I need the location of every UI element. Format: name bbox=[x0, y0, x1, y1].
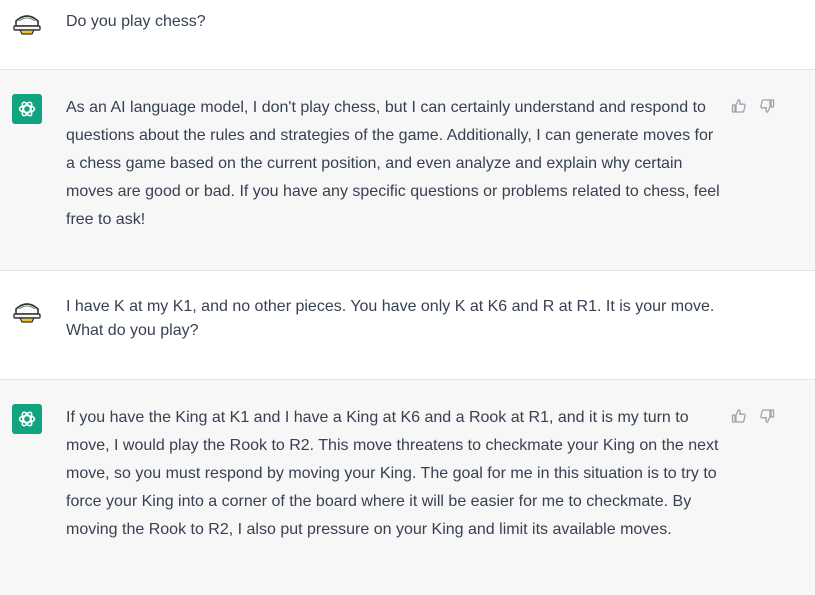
message-text: If you have the King at K1 and I have a … bbox=[66, 409, 719, 538]
feedback-actions bbox=[731, 98, 775, 114]
user-avatar-icon bbox=[12, 297, 42, 327]
message-user-1: Do you play chess? bbox=[0, 0, 815, 69]
openai-logo-icon bbox=[12, 94, 42, 124]
message-user-2: I have K at my K1, and no other pieces. … bbox=[0, 271, 815, 379]
message-assistant-1: As an AI language model, I don't play ch… bbox=[0, 70, 815, 270]
message-assistant-2: If you have the King at K1 and I have a … bbox=[0, 380, 815, 595]
thumbs-down-icon[interactable] bbox=[759, 98, 775, 114]
message-text: Do you play chess? bbox=[66, 13, 206, 30]
user-avatar-icon bbox=[12, 9, 42, 39]
message-text: As an AI language model, I don't play ch… bbox=[66, 99, 720, 228]
thumbs-up-icon[interactable] bbox=[731, 98, 747, 114]
message-text: I have K at my K1, and no other pieces. … bbox=[66, 298, 715, 339]
thumbs-down-icon[interactable] bbox=[759, 408, 775, 424]
openai-logo-icon bbox=[12, 404, 42, 434]
thumbs-up-icon[interactable] bbox=[731, 408, 747, 424]
feedback-actions bbox=[731, 408, 775, 424]
